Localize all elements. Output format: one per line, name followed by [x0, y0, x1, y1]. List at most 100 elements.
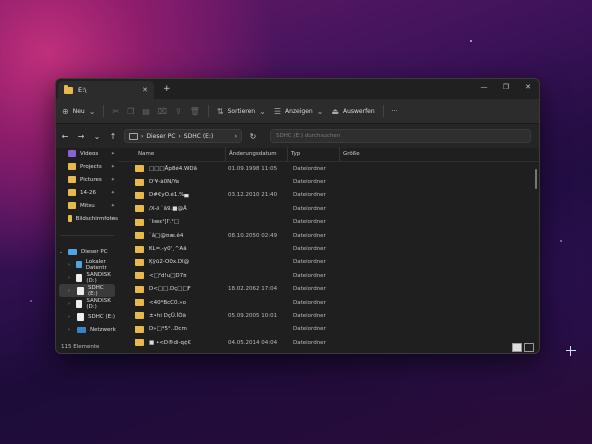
sidebar-item-pinned[interactable]: Pictures ✦: [56, 173, 118, 186]
cut-button[interactable]: ✂: [112, 107, 119, 116]
chevron-right-icon[interactable]: ›: [68, 275, 72, 281]
eject-label: Auswerfen: [342, 107, 375, 115]
table-row[interactable]: D'¥-à0N/Ya Dateiordner: [118, 175, 539, 188]
sidebar-item-pinned[interactable]: Bildschirmfotos ✦: [56, 212, 118, 225]
chevron-right-icon[interactable]: ›: [68, 301, 72, 307]
breadcrumb-sdhc[interactable]: SDHC (E:): [184, 133, 214, 140]
file-name: Ķÿû2-Ô0x.DI@: [149, 259, 190, 266]
column-date[interactable]: Änderungsdatum: [225, 147, 287, 161]
sidebar-tree-item[interactable]: ⌄ Dieser PC: [56, 245, 118, 258]
chevron-down-icon[interactable]: ⌄: [59, 249, 64, 255]
chevron-right-icon[interactable]: ›: [68, 288, 73, 294]
table-row[interactable]: <40*BcC0.»o Dateiordner: [118, 296, 539, 309]
file-date: 01.09.1998 11:05: [228, 165, 278, 172]
file-type: Dateiordner: [293, 299, 326, 306]
refresh-icon[interactable]: ↻: [248, 132, 258, 141]
minimize-button[interactable]: —: [473, 79, 495, 95]
column-size[interactable]: Größe: [339, 147, 379, 161]
file-date: 18.02.2062 17:04: [228, 286, 278, 293]
table-row[interactable]: `â□@¤æ.ê4 08.10.2050 02:49 Dateiordner: [118, 229, 539, 242]
tiles-view-icon[interactable]: [524, 342, 534, 352]
file-name-cell: <□²d!u□D7¤: [118, 272, 225, 280]
file-date: 08.10.2050 02:49: [228, 232, 278, 239]
table-row[interactable]: Ķÿû2-Ô0x.DI@ Dateiordner: [118, 256, 539, 269]
paste-button[interactable]: ▤: [142, 107, 150, 116]
file-name: <40*BcC0.»o: [149, 299, 186, 306]
breadcrumb[interactable]: › Dieser PC › SDHC (E:) ›: [124, 129, 242, 143]
file-name-cell: /X-∂ `â9.■@Ä: [118, 205, 225, 213]
chevron-right-icon[interactable]: ›: [68, 327, 73, 333]
file-name: ˆlıwε¹[I'.²□: [149, 219, 179, 226]
search-box[interactable]: [270, 129, 531, 143]
table-row[interactable]: D»□*5°..Dcm Dateiordner: [118, 323, 539, 336]
table-row[interactable]: ₭L=.-y0'¸^Áä Dateiordner: [118, 242, 539, 255]
chevron-right-icon[interactable]: ›: [68, 262, 72, 268]
table-row[interactable]: /X-∂ `â9.■@Ä Dateiordner: [118, 202, 539, 215]
folder-icon: [135, 165, 144, 173]
close-button[interactable]: ✕: [517, 79, 539, 95]
breadcrumb-this-pc[interactable]: Dieser PC: [146, 133, 175, 140]
sidebar-tree-item[interactable]: › SDHC (E:): [56, 310, 118, 323]
table-row[interactable]: □□□Åp8é4.WDâ 01.09.1998 11:05 Dateiordner: [118, 162, 539, 175]
share-button[interactable]: ⇪: [175, 107, 182, 116]
view-icon: ☰: [273, 106, 281, 116]
delete-button[interactable]: 🗑: [190, 107, 200, 116]
sidebar-item-pinned[interactable]: Projects ✦: [56, 160, 118, 173]
search-input[interactable]: [276, 133, 525, 139]
file-name: D<□□.Dç□□F: [149, 286, 191, 293]
file-type: Dateiordner: [293, 232, 326, 239]
paste-icon: ▤: [142, 106, 150, 116]
drive-icon: [76, 273, 83, 282]
table-row[interactable]: ±•hi DçÛ.ÍÒä 05.09.2005 10:01 Dateiordner: [118, 309, 539, 322]
chevron-right-icon: ›: [141, 132, 144, 140]
rename-button[interactable]: ⌧: [158, 107, 167, 116]
up-arrow-icon[interactable]: ↑: [108, 132, 118, 141]
table-row[interactable]: <□²d!u□D7¤ Dateiordner: [118, 269, 539, 282]
divider: [103, 105, 105, 117]
chevron-right-icon[interactable]: ›: [68, 314, 73, 320]
scrollbar[interactable]: [535, 169, 537, 189]
sidebar-tree-item[interactable]: › SANDISK (D:): [56, 297, 118, 310]
more-button[interactable]: ···: [392, 108, 398, 115]
sidebar-tree-item[interactable]: › Lokaler Datentr: [56, 258, 118, 271]
sidebar-item-pinned[interactable]: 14-26 ✦: [56, 186, 118, 199]
sidebar-tree-item[interactable]: › Netzwerk: [56, 323, 118, 336]
back-arrow-icon[interactable]: ←: [60, 132, 70, 141]
column-name[interactable]: Name: [118, 151, 225, 157]
table-row[interactable]: ˆlıwε¹[I'.²□ Dateiordner: [118, 216, 539, 229]
close-tab-icon[interactable]: ✕: [142, 86, 148, 94]
details-view-icon[interactable]: [512, 342, 522, 352]
view-button[interactable]: ☰ Anzeigen ⌄: [274, 107, 324, 116]
new-button[interactable]: ⊕ Neu ⌄: [62, 107, 95, 116]
new-tab-button[interactable]: +: [163, 84, 171, 94]
folder-icon: [135, 205, 144, 213]
tab-e-drive[interactable]: E:\ ✕: [58, 81, 154, 99]
column-type[interactable]: Typ: [287, 147, 339, 161]
sidebar-tree-item[interactable]: › SANDISK (D:): [56, 271, 118, 284]
sidebar-tree-item[interactable]: › SDHC (E:): [59, 284, 115, 297]
sidebar-item-label: 14-26: [80, 189, 96, 196]
drive-icon: [76, 299, 83, 308]
sidebar-item-pinned[interactable]: Mitsu ✦: [56, 199, 118, 212]
file-type: Dateiordner: [293, 179, 326, 186]
table-row[interactable]: D<□□.Dç□□F 18.02.2062 17:04 Dateiordner: [118, 283, 539, 296]
file-name: /X-∂ `â9.■@Ä: [149, 205, 187, 212]
recent-chevron-icon[interactable]: ⌄: [92, 132, 102, 141]
file-name: ±•hi DçÛ.ÍÒä: [149, 312, 186, 319]
file-name: □□□Åp8é4.WDâ: [149, 165, 198, 172]
table-row[interactable]: D#€yO.é1.%▄ 03.12.2010 21:40 Dateiordner: [118, 189, 539, 202]
sidebar-item-label: Projects: [80, 163, 102, 170]
pin-icon: ✦: [110, 176, 115, 183]
eject-button[interactable]: ⏏ Auswerfen: [331, 107, 374, 116]
forward-arrow-icon[interactable]: →: [76, 132, 86, 141]
maximize-button[interactable]: ❐: [495, 79, 517, 95]
copy-button[interactable]: ❐: [127, 107, 134, 116]
file-type: Dateiordner: [293, 286, 326, 293]
sort-button[interactable]: ⇅ Sortieren ⌄: [217, 107, 266, 116]
sidebar-item-pinned[interactable]: Videos ✦: [56, 147, 118, 160]
pin-icon: ✦: [110, 150, 115, 157]
star-flare: [566, 346, 576, 356]
computer-icon: [68, 248, 77, 255]
item-count: 115 Elemente: [61, 344, 100, 350]
file-date: 05.09.2005 10:01: [228, 312, 278, 319]
